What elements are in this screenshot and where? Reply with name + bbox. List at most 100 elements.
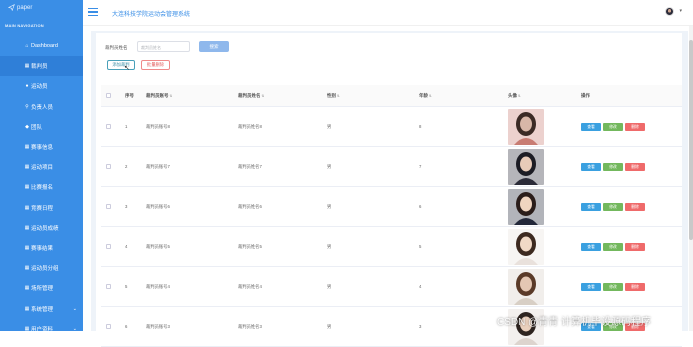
sidebar-item[interactable]: ⌂ Dashboard (0, 36, 83, 56)
sidebar-item[interactable]: ▦ 系统管理 ⌄ (0, 298, 83, 318)
nav-title: MAIN NAVIGATION (5, 23, 44, 28)
edit-button[interactable]: 修改 (603, 202, 623, 211)
referee-age: 6 (419, 204, 422, 209)
select-all-checkbox[interactable] (106, 93, 111, 98)
sort-icon[interactable]: ⇅ (429, 94, 432, 98)
table-header: 序号 裁判员账号⇅ 裁判员姓名⇅ 性别⇅ 年龄⇅ 头像⇅ 操作 (101, 85, 682, 107)
table-row[interactable]: 4 裁判员账号5 裁判员姓名5 男 5 查看 修改 删除 (101, 227, 682, 267)
sidebar-item[interactable]: ⚲ 负责人员 (0, 97, 83, 117)
delete-button[interactable]: 删除 (625, 202, 645, 211)
edit-button[interactable]: 修改 (603, 162, 623, 171)
sort-icon[interactable]: ⇅ (337, 94, 340, 98)
sidebar-item[interactable]: ◆ 团队 (0, 117, 83, 137)
row-checkbox[interactable] (106, 204, 111, 209)
column-header-sex[interactable]: 性别⇅ (327, 93, 340, 99)
sidebar-item[interactable]: ▦ 场所管理 (0, 278, 83, 298)
referee-photo[interactable] (508, 148, 544, 185)
referee-sex: 男 (327, 123, 332, 129)
edit-button[interactable]: 修改 (603, 242, 623, 251)
column-header-account[interactable]: 裁判员账号⇅ (146, 93, 172, 99)
watermark: CSDN @青青 计算机毕设源码程序 (497, 317, 652, 328)
sidebar-item[interactable]: ● 运动员 (0, 76, 83, 96)
view-button[interactable]: 查看 (581, 282, 601, 291)
sidebar-item[interactable]: ▦ 赛事结果 (0, 238, 83, 258)
row-checkbox[interactable] (106, 324, 111, 329)
sidebar-item[interactable]: ▦ 运动员分组 (0, 258, 83, 278)
view-button[interactable]: 查看 (581, 202, 601, 211)
referee-photo[interactable] (508, 268, 544, 305)
sidebar-item[interactable]: ▦ 运动员成绩 (0, 218, 83, 238)
logo[interactable]: paper (8, 4, 32, 11)
batch-delete-button[interactable]: 批量删除 (141, 60, 170, 70)
table-row[interactable]: 3 裁判员账号6 裁判员姓名6 男 6 查看 修改 删除 (101, 187, 682, 227)
team-icon: ◆ (25, 123, 29, 130)
sidebar-item-label: Dashboard (31, 43, 58, 50)
column-header-photo[interactable]: 头像⇅ (508, 93, 521, 99)
row-checkbox[interactable] (106, 124, 111, 129)
search-button[interactable]: 搜索 (199, 41, 229, 52)
sidebar-item[interactable]: ▦ 运动项目 (0, 157, 83, 177)
referee-account: 裁判员账号3 (146, 323, 170, 329)
sidebar-item-label: 运动项目 (31, 165, 54, 172)
referee-sex: 男 (327, 163, 332, 169)
view-button[interactable]: 查看 (581, 242, 601, 251)
sidebar-item[interactable]: ▦ 用户资料 ⌄ (0, 319, 83, 339)
delete-button[interactable]: 删除 (625, 242, 645, 251)
row-actions: 查看 修改 删除 (581, 202, 645, 211)
row-actions: 查看 修改 删除 (581, 122, 645, 131)
sidebar-item[interactable]: ▦ 赛事信息 (0, 137, 83, 157)
referee-photo[interactable] (508, 108, 544, 145)
referee-name: 裁判员姓名6 (238, 203, 262, 209)
delete-button[interactable]: 删除 (625, 282, 645, 291)
sidebar-item[interactable]: ▦ 竞赛日程 (0, 198, 83, 218)
sort-icon[interactable]: ⇅ (518, 94, 521, 98)
table-row[interactable]: 1 裁判员账号8 裁判员姓名8 男 8 查看 修改 删除 (101, 107, 682, 147)
row-checkbox[interactable] (106, 284, 111, 289)
add-referee-button[interactable]: 添加裁判 (107, 60, 135, 70)
delete-button[interactable]: 删除 (625, 162, 645, 171)
referee-sex: 男 (327, 283, 332, 289)
avatar[interactable] (665, 7, 674, 16)
sidebar-item[interactable]: ▦ 比赛报名 (0, 177, 83, 197)
sidebar-item-label: 运动员分组 (31, 266, 59, 273)
mouse-cursor-icon: ↖ (124, 65, 130, 72)
column-header-name[interactable]: 裁判员姓名⇅ (238, 93, 264, 99)
row-checkbox[interactable] (106, 244, 111, 249)
referee-name: 裁判员姓名8 (238, 123, 262, 129)
referee-name: 裁判员姓名3 (238, 323, 262, 329)
sidebar-item-label: 系统管理 (31, 306, 54, 313)
chevron-down-icon[interactable]: ▾ (679, 8, 682, 14)
table-row[interactable]: 5 裁判员账号4 裁判员姓名4 男 4 查看 修改 删除 (101, 267, 682, 307)
chevron-down-icon[interactable]: ⌄ (73, 306, 77, 312)
sort-icon[interactable]: ⇅ (170, 94, 173, 98)
referee-photo[interactable] (508, 188, 544, 225)
edit-button[interactable]: 修改 (603, 282, 623, 291)
row-checkbox[interactable] (106, 164, 111, 169)
row-index: 1 (125, 124, 128, 129)
sidebar-item-label: 比赛报名 (31, 185, 54, 192)
referee-age: 5 (419, 244, 422, 249)
table-row[interactable]: 2 裁判员账号7 裁判员姓名7 男 7 查看 修改 删除 (101, 147, 682, 187)
delete-button[interactable]: 删除 (625, 122, 645, 131)
grid-icon: ▦ (24, 184, 30, 191)
grid-icon: ▦ (24, 285, 30, 292)
grid-icon: ▦ (24, 244, 30, 251)
menu-toggle-icon[interactable] (88, 8, 98, 16)
sidebar-item-label: 运动员成绩 (31, 225, 59, 232)
scrollbar-thumb[interactable] (689, 40, 693, 240)
referee-account: 裁判员账号4 (146, 283, 170, 289)
location-icon: ⚲ (25, 103, 29, 110)
site-title: 大连科技学院运动会管理系统 (112, 12, 191, 18)
edit-button[interactable]: 修改 (603, 122, 623, 131)
view-button[interactable]: 查看 (581, 162, 601, 171)
referee-photo[interactable] (508, 228, 544, 265)
sidebar-item[interactable]: ▦ 裁判员 (0, 56, 83, 77)
sidebar-item-label: 赛事结果 (31, 245, 54, 252)
row-index: 4 (125, 244, 128, 249)
sort-icon[interactable]: ⇅ (262, 94, 265, 98)
search-input[interactable]: 裁判员姓名 (137, 41, 190, 52)
view-button[interactable]: 查看 (581, 122, 601, 131)
column-header-age[interactable]: 年龄⇅ (419, 93, 432, 99)
referee-age: 3 (419, 324, 422, 329)
grid-icon: ▦ (24, 144, 30, 151)
